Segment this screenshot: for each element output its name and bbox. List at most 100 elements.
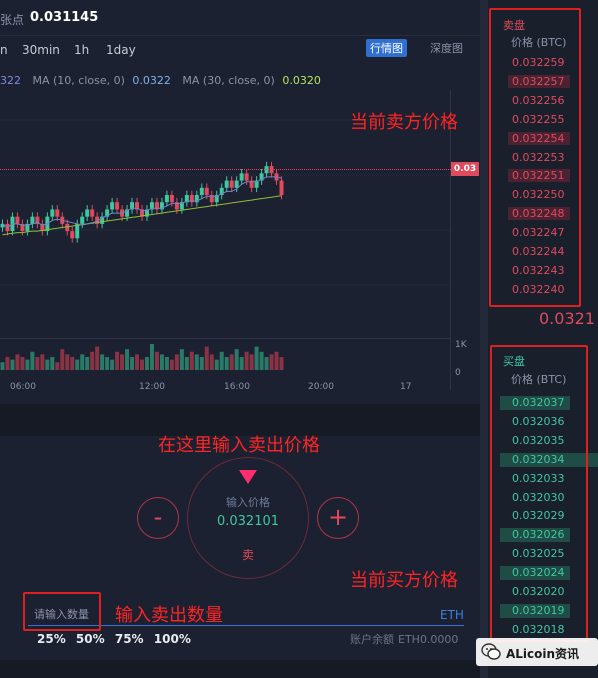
candle-body — [234, 180, 239, 188]
interval-tab-1h[interactable]: 1h — [74, 43, 89, 57]
volume-bar — [40, 354, 45, 370]
candle-body — [244, 173, 249, 181]
current-price-line — [0, 169, 451, 170]
percent-25-button[interactable]: 25% — [37, 632, 66, 646]
volume-bar — [159, 354, 164, 370]
volume-bar — [174, 354, 179, 370]
volume-bar — [224, 357, 229, 370]
kline-chart — [0, 119, 450, 370]
tab-depth-chart[interactable]: 深度图 — [430, 40, 463, 56]
watermark-text: ALicoin资讯 — [506, 647, 580, 661]
volume-bar — [10, 359, 15, 370]
percent-50-button[interactable]: 50% — [76, 632, 105, 646]
volume-bar — [70, 357, 75, 370]
candle-body — [55, 209, 60, 217]
tab-kline-chart[interactable]: 行情图 — [366, 39, 407, 57]
volume-bar — [45, 359, 50, 370]
volume-bar — [55, 362, 60, 370]
time-tick: 16:00 — [224, 382, 250, 392]
candle-body — [90, 209, 95, 217]
candle-body — [224, 180, 229, 188]
ma30-label: MA (30, close, 0) — [182, 74, 275, 87]
candle-body — [204, 187, 209, 195]
volume-bar — [214, 359, 219, 370]
volume-bar — [65, 354, 70, 370]
time-tick: 17 — [400, 382, 412, 392]
volume-bar — [209, 354, 214, 370]
volume-bar — [80, 354, 85, 370]
current-price-tag: 0.03 — [451, 162, 479, 176]
price-input-label: 输入价格 — [226, 496, 270, 509]
volume-bar — [164, 357, 169, 370]
volume-bar — [105, 357, 110, 370]
candle-body — [169, 195, 174, 203]
volume-bar — [110, 359, 115, 370]
volume-bar — [279, 357, 284, 370]
volume-bar — [204, 346, 209, 370]
wechat-icon — [481, 643, 501, 660]
volume-bar — [120, 354, 125, 370]
ma-first-value: 322 — [0, 74, 21, 87]
sell-book-highlight-box — [489, 8, 581, 307]
volume-bar — [25, 359, 30, 370]
volume-bar — [60, 349, 65, 370]
candle-body — [50, 209, 55, 217]
volume-bar — [50, 357, 55, 370]
volume-bar — [179, 349, 184, 370]
candle-body — [279, 180, 284, 195]
volume-bar — [5, 357, 10, 370]
candle-body — [75, 223, 80, 239]
buy-book-highlight-box — [490, 345, 588, 642]
triangle-down-icon — [239, 470, 257, 484]
percent-buttons: 25% 50% 75% 100% — [37, 632, 197, 646]
percent-75-button[interactable]: 75% — [115, 632, 144, 646]
volume-bar — [35, 357, 40, 370]
price-axis-line — [450, 90, 451, 390]
volume-bar — [75, 359, 80, 370]
volume-bar — [264, 357, 269, 370]
ma10-label: MA (10, close, 0) — [32, 74, 125, 87]
volume-bar — [140, 359, 144, 370]
volume-bar — [274, 351, 279, 370]
percent-100-button[interactable]: 100% — [154, 632, 191, 646]
ma-legend: 322 MA (10, close, 0) 0.0322 MA (30, clo… — [0, 74, 325, 87]
quantity-highlight-box — [23, 592, 101, 631]
orderbook-gutter — [480, 0, 488, 678]
candle-body — [110, 202, 115, 210]
volume-bar — [20, 357, 25, 370]
volume-bar — [249, 354, 254, 370]
increase-price-button[interactable]: + — [317, 497, 359, 539]
candle-body — [30, 216, 35, 224]
volume-bar — [259, 351, 264, 370]
volume-bar — [0, 362, 5, 370]
volume-bar — [229, 354, 234, 370]
volume-bar — [239, 357, 244, 370]
candle-body — [15, 216, 20, 224]
sell-button[interactable]: 卖 — [187, 546, 309, 563]
volume-bar — [244, 351, 249, 370]
ticker-label: 张点 — [0, 13, 25, 27]
candle-body — [239, 173, 244, 181]
interval-tab[interactable]: n — [0, 43, 8, 57]
volume-bar — [30, 351, 35, 370]
last-trade-price: 0.0321 — [539, 309, 595, 328]
interval-tab-30min[interactable]: 30min — [22, 43, 60, 57]
candle-body — [229, 180, 234, 188]
candle-body — [199, 187, 204, 195]
quantity-unit: ETH — [440, 608, 464, 622]
interval-tabs: n 30min 1h 1day — [0, 40, 480, 62]
ma30-value: 0.0320 — [282, 74, 321, 87]
interval-tab-1day[interactable]: 1day — [106, 43, 136, 57]
candle-body — [70, 231, 75, 239]
decrease-price-button[interactable]: - — [137, 497, 179, 539]
price-input[interactable]: 0.032101 — [187, 514, 309, 529]
annotation-enter-price: 在这里输入卖出价格 — [158, 435, 320, 456]
volume-bar — [135, 354, 140, 370]
volume-bar — [269, 354, 274, 370]
ticker-price: 0.031145 — [30, 10, 99, 25]
time-tick: 12:00 — [139, 382, 165, 392]
volume-bar — [144, 357, 149, 370]
volume-axis-top: 1K — [455, 340, 467, 350]
volume-bar — [184, 357, 189, 370]
account-balance: 账户余额 ETH0.0000 — [350, 631, 458, 647]
